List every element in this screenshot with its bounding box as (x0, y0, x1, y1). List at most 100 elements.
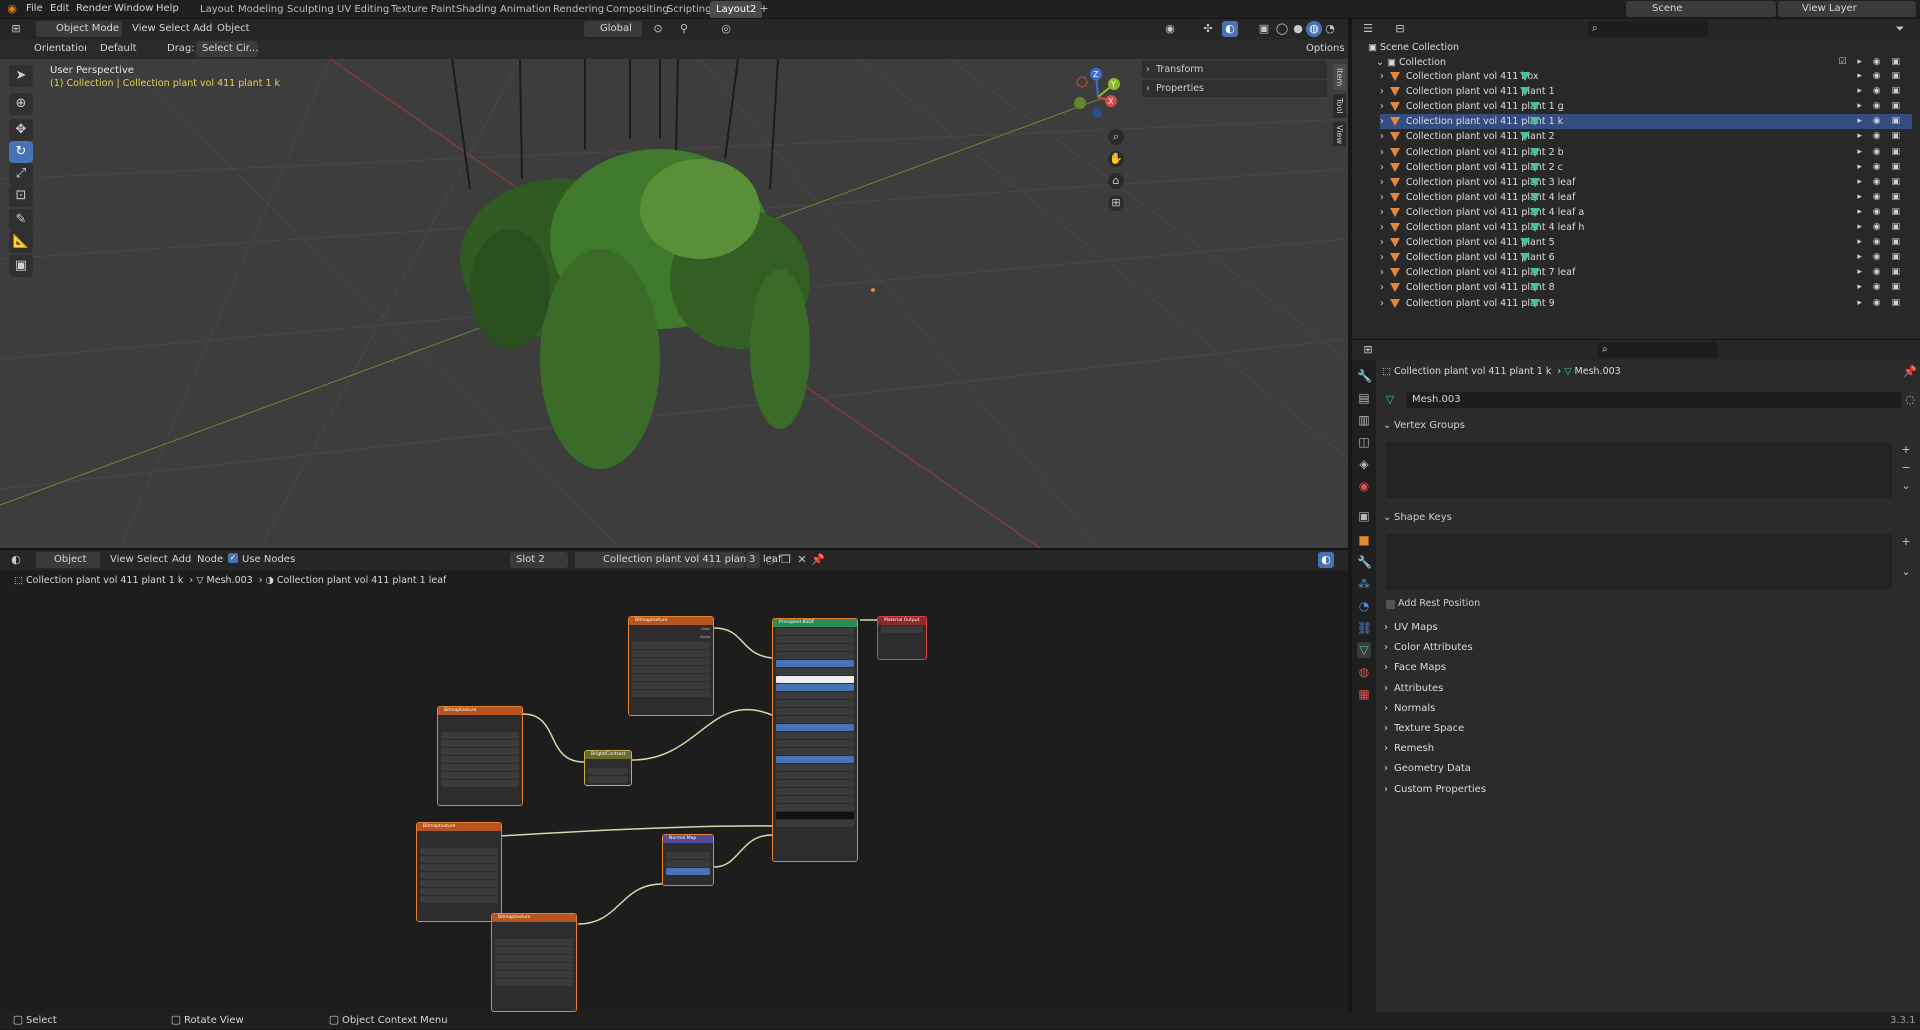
properties-search-input[interactable]: ⌕ (1598, 342, 1718, 358)
shading-solid-icon[interactable]: ● (1290, 21, 1306, 37)
filter-icon[interactable]: ⏷ (1892, 21, 1908, 37)
chevron-right-icon[interactable]: › (1380, 86, 1384, 97)
blender-logo-icon[interactable]: ◉ (4, 1, 20, 17)
chevron-right-icon[interactable]: › (1380, 267, 1384, 278)
navigation-gizmo[interactable]: Z Y X (1068, 67, 1128, 127)
visibility-icons[interactable]: ▸ ◉ ▣ (1857, 129, 1904, 144)
material-selector[interactable]: Collection plant vol 411 plant 1 leaf (575, 552, 781, 568)
visibility-icons[interactable]: ▸ ◉ ▣ (1857, 280, 1904, 295)
npanel-transform[interactable]: › Transform (1142, 61, 1327, 78)
outliner-item[interactable]: › Collection plant vol 411 plant 9 ▸ ◉ ▣ (1380, 296, 1912, 311)
node-editor-canvas[interactable]: ⬚ Collection plant vol 411 plant 1 k › ▽… (0, 570, 1348, 1012)
material-output-node[interactable]: Material Output (877, 616, 927, 660)
pin-icon[interactable]: 📌 (810, 552, 826, 568)
zoom-icon[interactable]: ⌕ (1108, 129, 1124, 145)
remove-vertex-group-icon[interactable]: − (1898, 460, 1914, 476)
fake-user-shield-icon[interactable]: ◌ (1902, 392, 1918, 408)
chevron-right-icon[interactable]: › (1380, 222, 1384, 233)
tool-add-cube[interactable]: ▣ (9, 255, 33, 277)
add-workspace-icon[interactable]: + (756, 1, 772, 17)
outliner-item[interactable]: › Collection plant vol 411 plant 1 g ▸ ◉ ▣ (1380, 99, 1912, 114)
duplicate-material-icon[interactable]: ❐ (778, 552, 794, 568)
node-overlay-icon[interactable]: ◐ (1318, 552, 1334, 568)
outliner-item[interactable]: › Collection plant vol 411 plant 6 ▸ ◉ ▣ (1380, 250, 1912, 265)
image-texture-node-bottom-left[interactable]: Bitmaptexture (416, 822, 502, 922)
visibility-icons[interactable]: ▸ ◉ ▣ (1857, 114, 1904, 129)
outliner-item[interactable]: › Collection plant vol 411 plant 5 ▸ ◉ ▣ (1380, 235, 1912, 250)
tool-transform[interactable]: ⊡ (9, 185, 33, 207)
display-mode-icon[interactable]: ⊟ (1392, 21, 1408, 37)
object-mode-dropdown[interactable]: Object Mode (36, 21, 122, 37)
physics-properties-icon[interactable]: ◔ (1357, 598, 1371, 614)
mesh-data-icon[interactable]: ▽ (1382, 392, 1398, 408)
outliner-item[interactable]: › Collection plant vol 411 plant 2 ▸ ◉ ▣ (1380, 129, 1912, 144)
outliner-item[interactable]: › Collection plant vol 411 box ▸ ◉ ▣ (1380, 69, 1912, 84)
tab-layout2[interactable]: Layout2 (710, 1, 763, 18)
view-layer-properties-icon[interactable]: ◫ (1357, 434, 1371, 450)
material-users-count[interactable]: 3 (746, 552, 760, 568)
scene-selector[interactable]: Scene (1626, 1, 1776, 17)
properties-panel[interactable]: › Color Attributes (1380, 638, 1908, 659)
constraints-properties-icon[interactable]: ⛓ (1357, 620, 1372, 636)
options-dropdown[interactable]: Options (1300, 41, 1345, 57)
scene-properties-icon[interactable]: ◈ (1357, 456, 1371, 472)
properties-panel[interactable]: › Normals (1380, 698, 1908, 719)
visibility-icons[interactable]: ▸ ◉ ▣ (1857, 250, 1904, 265)
properties-panel[interactable]: › Custom Properties (1380, 779, 1908, 800)
tab-scripting[interactable]: Scripting (661, 1, 717, 18)
bright-contrast-node[interactable]: Bright/Contrast (584, 750, 632, 786)
modifier-properties-icon[interactable]: 🔧 (1357, 554, 1372, 570)
properties-panel[interactable]: › Remesh (1380, 739, 1908, 760)
vertex-groups-panel[interactable]: ⌄ Vertex Groups (1380, 416, 1916, 436)
visibility-icons[interactable]: ▸ ◉ ▣ (1857, 220, 1904, 235)
mesh-datablock-field[interactable]: Mesh.003 (1406, 392, 1902, 408)
visibility-icons[interactable]: ▸ ◉ ▣ (1857, 296, 1904, 311)
npanel-properties[interactable]: › Properties (1142, 80, 1327, 97)
world-properties-icon[interactable]: ◉ (1357, 478, 1371, 494)
visibility-icons[interactable]: ▸ ◉ ▣ (1857, 175, 1904, 190)
chevron-right-icon[interactable]: › (1380, 237, 1384, 248)
outliner-item[interactable]: › Collection plant vol 411 plant 2 b ▸ ◉ ▣ (1380, 145, 1912, 160)
camera-view-icon[interactable]: ⌂ (1108, 173, 1124, 189)
tool-select-box[interactable]: ➤ (9, 65, 33, 87)
outliner-item[interactable]: › Collection plant vol 411 plant 1 k ▸ ◉ ▣ (1380, 114, 1912, 130)
node-editor-type-icon[interactable]: ◐ (8, 552, 24, 568)
collection-properties-icon[interactable]: ▣ (1357, 508, 1371, 524)
properties-panel[interactable]: › Texture Space (1380, 719, 1908, 739)
snap-icon[interactable]: ⚲ (676, 21, 692, 37)
fake-user-icon[interactable]: ◌ (762, 552, 778, 568)
visibility-icons[interactable]: ▸ ◉ ▣ (1857, 265, 1904, 280)
add-vertex-group-icon[interactable]: + (1898, 442, 1914, 458)
chevron-right-icon[interactable]: › (1380, 177, 1384, 188)
proportional-edit-icon[interactable]: ◎ (718, 21, 734, 37)
material-properties-icon[interactable]: ◍ (1357, 664, 1371, 680)
viewport-visibility-icon[interactable]: ◉ (1162, 21, 1178, 37)
texture-properties-icon[interactable]: ▦ (1357, 686, 1371, 702)
node-object-dropdown[interactable]: Object (36, 552, 100, 568)
shading-material-icon[interactable]: ◍ (1306, 21, 1322, 37)
tool-rotate[interactable]: ↻ (9, 141, 33, 163)
shape-key-menu-icon[interactable]: ⌄ (1898, 564, 1914, 580)
chevron-right-icon[interactable]: › (1380, 192, 1384, 203)
output-properties-icon[interactable]: ▥ (1357, 412, 1371, 428)
outliner-item[interactable]: › Collection plant vol 411 plant 4 leaf a… (1380, 205, 1912, 220)
visibility-icons[interactable]: ▸ ◉ ▣ (1857, 69, 1904, 84)
image-texture-node-bottom[interactable]: Bitmaptexture (491, 913, 577, 1012)
pin-icon[interactable]: 📌 (1902, 364, 1918, 380)
viewport-3d[interactable]: User Perspective (1) Collection | Collec… (0, 59, 1348, 548)
data-properties-icon[interactable]: ▽ (1357, 642, 1371, 658)
side-tab-view[interactable]: View (1333, 122, 1346, 146)
vertex-groups-list[interactable] (1386, 442, 1892, 498)
pan-hand-icon[interactable]: ✋ (1108, 151, 1124, 167)
scene-collection-row[interactable]: ▣ Scene Collection (1368, 40, 1459, 55)
chevron-right-icon[interactable]: › (1380, 71, 1384, 82)
outliner-item[interactable]: › Collection plant vol 411 plant 4 leaf ▸ … (1380, 190, 1912, 205)
image-texture-node-top[interactable]: Bitmaptexture Color Alpha (628, 616, 714, 716)
gizmo-toggle-icon[interactable]: ✣ (1200, 21, 1216, 37)
particles-properties-icon[interactable]: ⁂ (1357, 576, 1371, 592)
visibility-icons[interactable]: ▸ ◉ ▣ (1857, 190, 1904, 205)
properties-panel[interactable]: › Geometry Data (1380, 759, 1908, 780)
orientation-dropdown[interactable]: Default (86, 41, 156, 57)
vertex-group-menu-icon[interactable]: ⌄ (1898, 478, 1914, 494)
visibility-icons[interactable]: ▸ ◉ ▣ (1857, 235, 1904, 250)
